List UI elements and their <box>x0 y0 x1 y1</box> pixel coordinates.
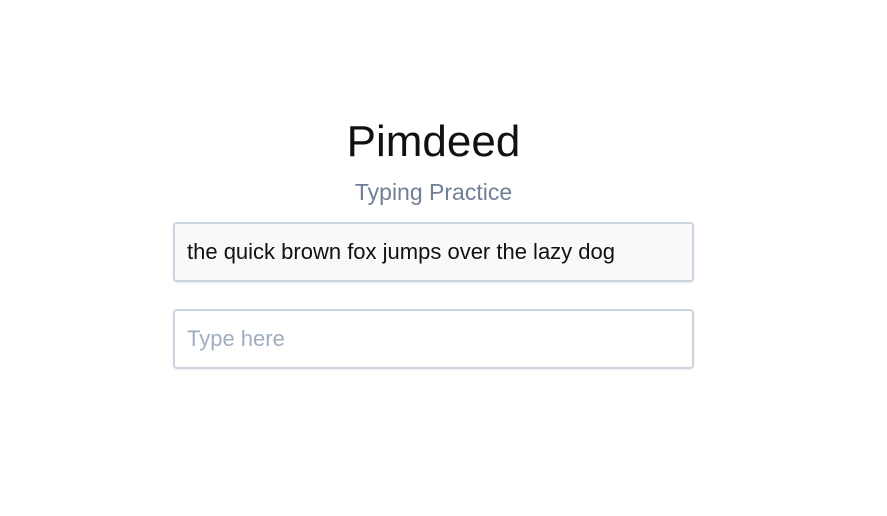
app-subtitle: Typing Practice <box>354 179 513 205</box>
target-text-box: the quick brown fox jumps over the lazy … <box>173 222 694 282</box>
typing-input[interactable] <box>173 309 694 369</box>
typing-app: Pimdeed Typing Practice the quick brown … <box>0 0 887 516</box>
app-title: Pimdeed <box>346 117 521 166</box>
target-text: the quick brown fox jumps over the lazy … <box>187 239 616 264</box>
